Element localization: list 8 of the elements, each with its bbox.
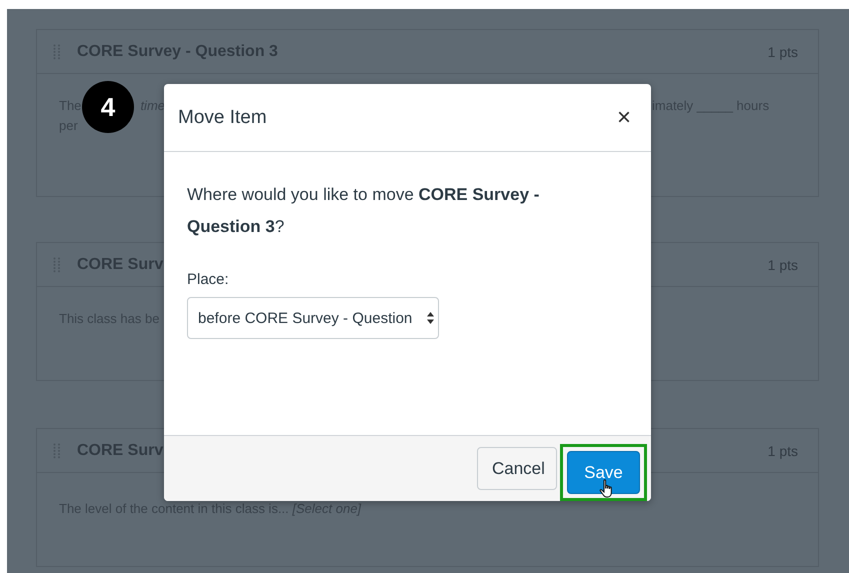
- dropdown-arrows-icon: [427, 312, 434, 324]
- field-label: Place:: [187, 271, 230, 288]
- cancel-button[interactable]: Cancel: [477, 447, 557, 490]
- close-button[interactable]: ×: [614, 104, 633, 132]
- save-button[interactable]: Save: [567, 451, 640, 494]
- place-dropdown[interactable]: before CORE Survey - Question: [187, 297, 439, 339]
- question-text: Where would you like to move CORE Survey - Question 3?: [187, 184, 540, 238]
- dialog-title: Move Item: [178, 106, 267, 128]
